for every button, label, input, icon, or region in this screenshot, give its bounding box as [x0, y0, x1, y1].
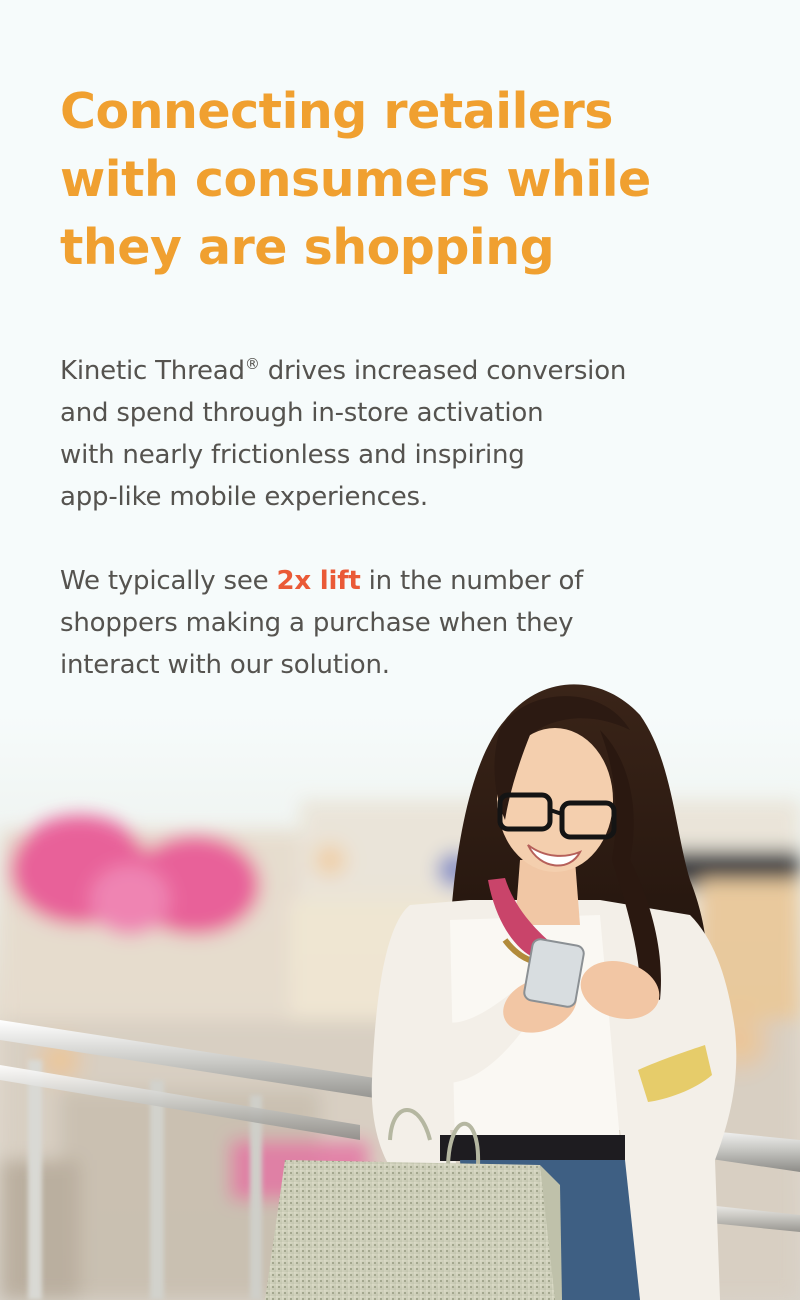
lift-highlight: 2x lift — [276, 566, 361, 596]
intro-line: app-like mobile experiences. — [60, 482, 428, 512]
intro-line: Kinetic Thread® drives increased convers… — [60, 350, 740, 392]
registered-mark: ® — [244, 355, 260, 373]
intro-line-text: drives increased conversion — [259, 356, 627, 386]
intro-line: and spend through in-store activation — [60, 398, 544, 428]
stat-line: interact with our solution. — [60, 650, 390, 680]
hero-copy: Connecting retailers with consumers whil… — [60, 78, 740, 686]
headline-line: with consumers while — [60, 151, 651, 208]
hero-section: Connecting retailers with consumers whil… — [0, 0, 800, 1300]
headline: Connecting retailers with consumers whil… — [60, 78, 740, 282]
stat-line-text: We typically see — [60, 566, 277, 596]
intro-paragraph: Kinetic Thread® drives increased convers… — [60, 350, 740, 518]
stat-line: We typically see 2x lift in the number o… — [60, 560, 740, 602]
stat-paragraph: We typically see 2x lift in the number o… — [60, 560, 740, 686]
headline-line: they are shopping — [60, 219, 555, 276]
brand-name: Kinetic Thread — [60, 356, 245, 386]
stat-line-text: in the number of — [360, 566, 584, 596]
stat-line: shoppers making a purchase when they — [60, 608, 574, 638]
headline-line: Connecting retailers — [60, 83, 613, 140]
intro-line: with nearly frictionless and inspiring — [60, 440, 525, 470]
